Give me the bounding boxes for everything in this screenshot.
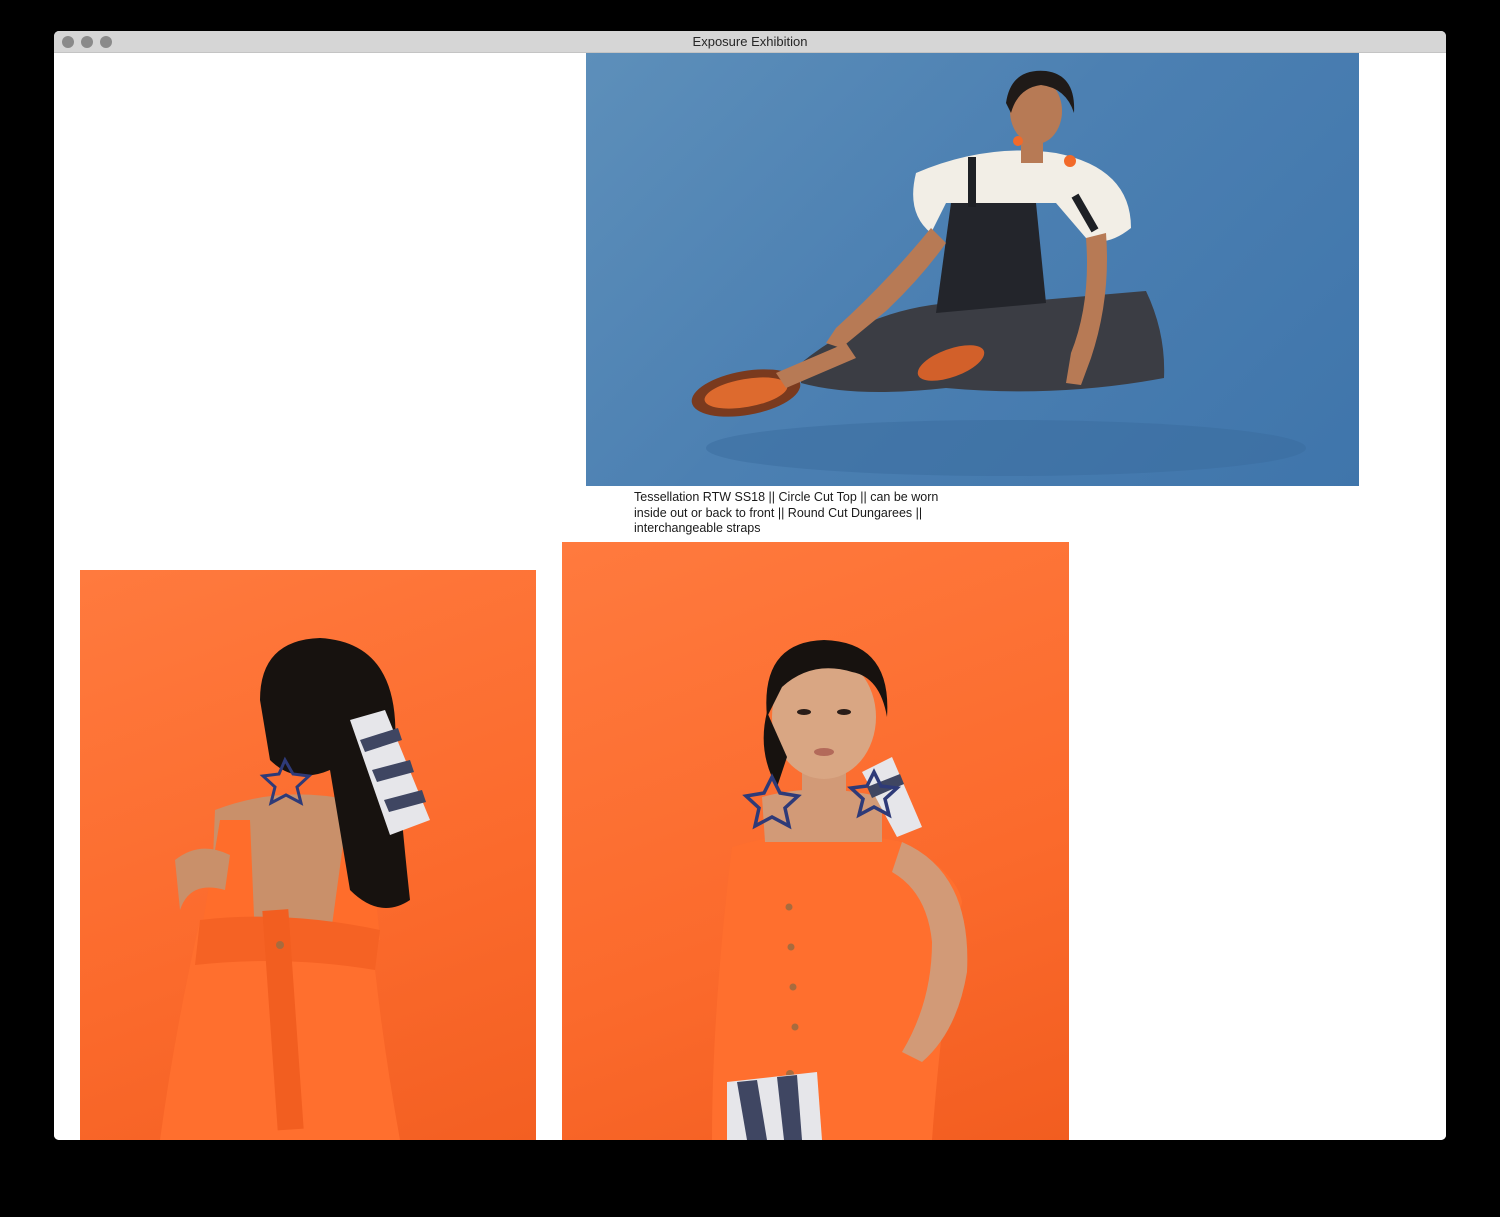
back-view-model-illustration (160, 638, 430, 1140)
front-view-model-photo[interactable] (562, 542, 1069, 1140)
browser-window: Exposure Exhibition Tessellation RTW SS1… (54, 31, 1446, 1140)
photo-caption: Tessellation RTW SS18 || Circle Cut Top … (634, 490, 939, 535)
seated-model-illustration (691, 70, 1306, 476)
title-bar: Exposure Exhibition (54, 31, 1446, 53)
page-content[interactable]: Tessellation RTW SS18 || Circle Cut Top … (54, 53, 1446, 1140)
back-view-model-photo[interactable] (80, 570, 536, 1140)
window-title: Exposure Exhibition (692, 34, 808, 49)
front-view-model-illustration (712, 640, 968, 1140)
seated-model-photo[interactable] (586, 53, 1359, 486)
